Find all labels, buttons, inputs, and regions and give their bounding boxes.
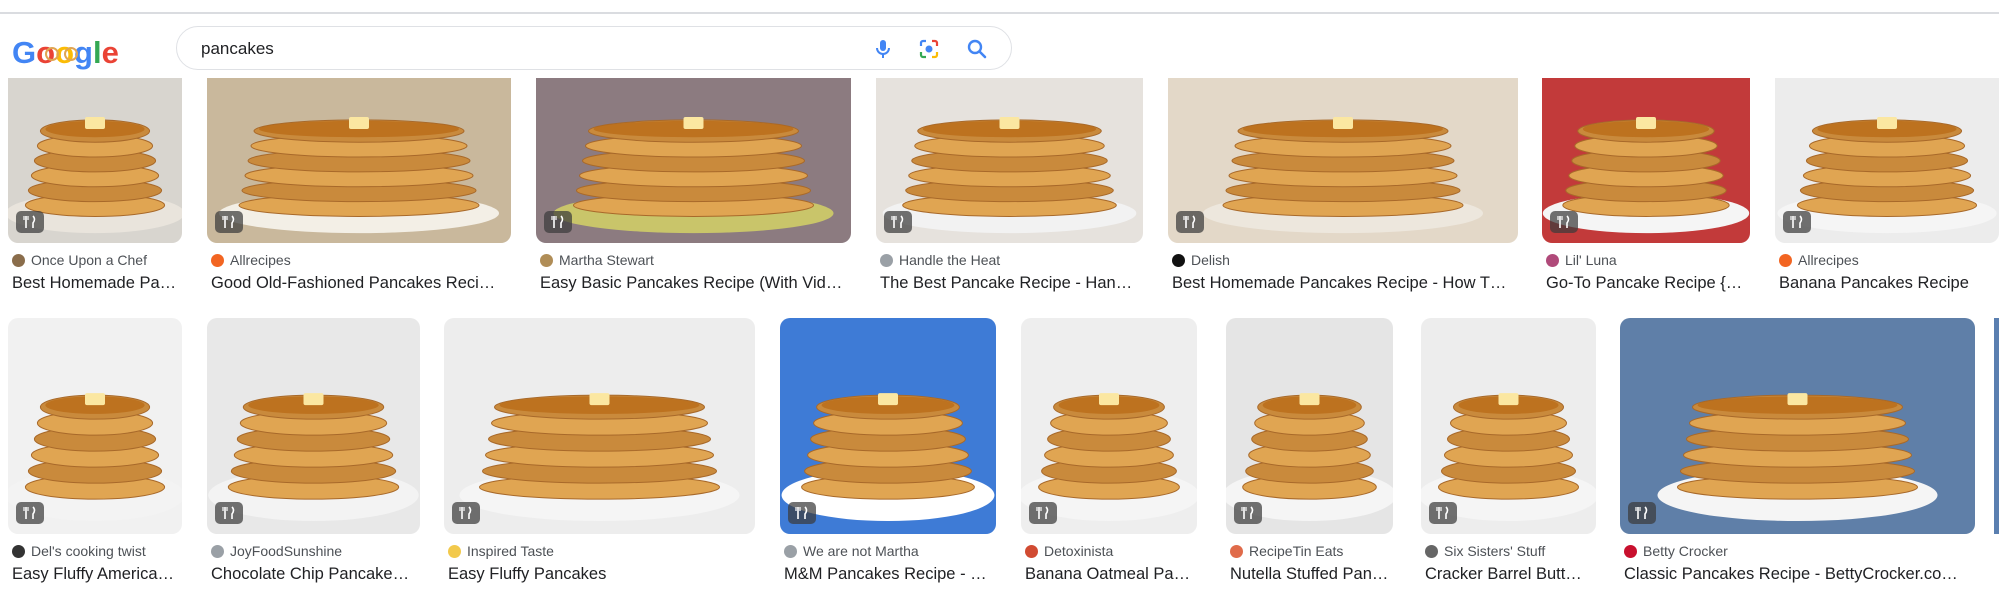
source-favicon	[12, 544, 25, 558]
google-logo[interactable]: Google	[12, 32, 124, 72]
image-results-row-2: Del's cooking twist Easy Fluffy America……	[0, 318, 1999, 601]
lens-icon[interactable]	[917, 37, 941, 61]
result-title[interactable]: Go-To Pancake Recipe {…	[1546, 274, 1754, 293]
recipe-badge-icon	[1783, 211, 1811, 233]
result-title[interactable]: Easy Fluffy America…	[12, 565, 186, 584]
result-title[interactable]: Cracker Barrel Butt…	[1425, 565, 1600, 584]
search-icon[interactable]	[965, 37, 989, 61]
recipe-badge-icon	[1234, 502, 1262, 524]
result-title[interactable]: Good Old-Fashioned Pancakes Reci…	[211, 274, 515, 293]
result-thumbnail[interactable]	[444, 318, 755, 534]
result-title[interactable]: Banana Oatmeal Pa…	[1025, 565, 1201, 584]
result-thumbnail[interactable]	[1775, 78, 1999, 243]
pancake-photo	[444, 318, 755, 534]
result-thumbnail[interactable]	[1542, 78, 1750, 243]
pancake-photo	[1620, 318, 1975, 534]
source-favicon	[211, 544, 224, 558]
result-title[interactable]: Banana Pancakes Recipe	[1779, 274, 1999, 293]
recipe-badge-icon	[215, 502, 243, 524]
source-favicon	[1025, 544, 1038, 558]
result-source: JoyFoodSunshine	[230, 543, 343, 559]
result-thumbnail[interactable]	[536, 78, 851, 243]
pancake-photo	[876, 78, 1143, 243]
source-favicon	[1624, 544, 1637, 558]
result-source: Inspired Taste	[467, 543, 554, 559]
result-title[interactable]: Best Homemade Pa…	[12, 274, 186, 293]
recipe-badge-icon	[1429, 502, 1457, 524]
recipe-badge-icon	[788, 502, 816, 524]
result-thumbnail[interactable]	[1021, 318, 1197, 534]
result-thumbnail[interactable]	[1994, 318, 1999, 534]
recipe-badge-icon	[884, 211, 912, 233]
result-thumbnail[interactable]	[207, 78, 511, 243]
result-title[interactable]: M&M Pancakes Recipe - …	[784, 565, 1000, 584]
recipe-badge-icon	[452, 502, 480, 524]
result-source: Once Upon a Chef	[31, 252, 147, 268]
recipe-badge-icon	[544, 211, 572, 233]
result-thumbnail[interactable]	[1226, 318, 1393, 534]
result-source: Six Sisters' Stuff	[1444, 543, 1546, 559]
result-source: Martha Stewart	[559, 252, 654, 268]
source-favicon	[12, 253, 25, 267]
recipe-badge-icon	[16, 502, 44, 524]
recipe-badge-icon	[1628, 502, 1656, 524]
pancake-photo	[536, 78, 851, 243]
result-title[interactable]: The Best Pancake Recipe - Han…	[880, 274, 1147, 293]
result-source: Delish	[1191, 252, 1230, 268]
result-thumbnail[interactable]	[1620, 318, 1975, 534]
result-title[interactable]: Classic Pancakes Recipe - BettyCrocker.c…	[1624, 565, 1979, 584]
source-favicon	[540, 253, 553, 267]
result-thumbnail[interactable]	[1421, 318, 1596, 534]
source-favicon	[1546, 253, 1559, 267]
result-thumbnail[interactable]	[8, 318, 182, 534]
result-thumbnail[interactable]	[1168, 78, 1518, 243]
result-source: Allrecipes	[1798, 252, 1859, 268]
result-source: Handle the Heat	[899, 252, 1001, 268]
result-source: Lil' Luna	[1565, 252, 1617, 268]
source-favicon	[1230, 544, 1243, 558]
source-favicon	[880, 253, 893, 267]
result-thumbnail[interactable]	[207, 318, 420, 534]
source-favicon	[784, 544, 797, 558]
pancake-photo	[1168, 78, 1518, 243]
recipe-badge-icon	[1550, 211, 1578, 233]
pancake-photo	[207, 78, 511, 243]
recipe-badge-icon	[1176, 211, 1204, 233]
source-favicon	[1425, 544, 1438, 558]
result-source: Detoxinista	[1044, 543, 1114, 559]
source-favicon	[448, 544, 461, 558]
result-title[interactable]: Easy Basic Pancakes Recipe (With Vid…	[540, 274, 855, 293]
result-title[interactable]: Nutella Stuffed Pan…	[1230, 565, 1397, 584]
result-source: RecipeTin Eats	[1249, 543, 1344, 559]
recipe-badge-icon	[16, 211, 44, 233]
source-favicon	[211, 253, 224, 267]
result-source: Allrecipes	[230, 252, 291, 268]
result-title[interactable]: Best Homemade Pancakes Recipe - How T…	[1172, 274, 1522, 293]
search-input[interactable]: pancakes	[201, 39, 274, 59]
search-header: Google pancakes	[0, 14, 1999, 78]
result-title[interactable]: Chocolate Chip Pancake…	[211, 565, 424, 584]
result-thumbnail[interactable]	[8, 78, 182, 243]
image-results-row-1: Once Upon a Chef Best Homemade Pa… Allre…	[0, 78, 1999, 308]
result-source: We are not Martha	[803, 543, 919, 559]
recipe-badge-icon	[215, 211, 243, 233]
result-source: Del's cooking twist	[31, 543, 146, 559]
mic-icon[interactable]	[871, 37, 895, 61]
result-thumbnail[interactable]	[780, 318, 996, 534]
top-divider	[0, 0, 1999, 14]
source-favicon	[1779, 253, 1792, 267]
result-title[interactable]: Easy Fluffy Pancakes	[448, 565, 759, 584]
source-favicon	[1172, 253, 1185, 267]
result-thumbnail[interactable]	[876, 78, 1143, 243]
recipe-badge-icon	[1029, 502, 1057, 524]
search-box[interactable]: pancakes	[176, 26, 1012, 70]
result-source: Betty Crocker	[1643, 543, 1728, 559]
